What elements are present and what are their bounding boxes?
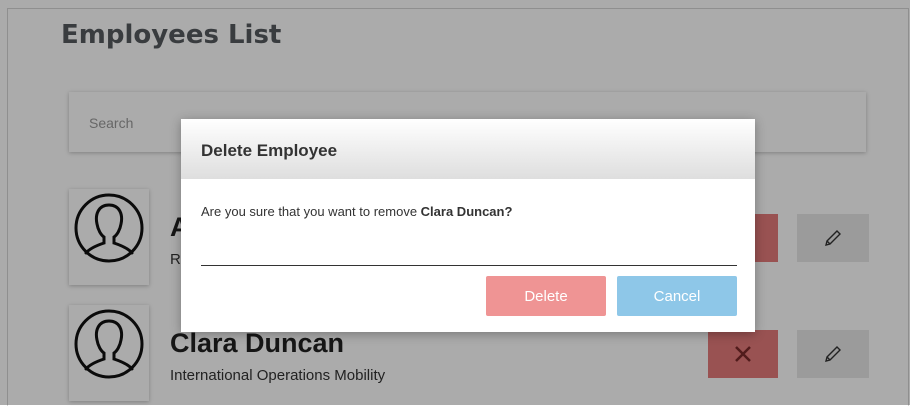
modal-title: Delete Employee (201, 141, 338, 160)
modal-message: Are you sure that you want to remove Cla… (201, 204, 512, 219)
cancel-button[interactable]: Cancel (617, 276, 737, 316)
modal-divider (201, 265, 737, 266)
modal-header: Delete Employee (181, 119, 755, 179)
modal-target-name: Clara Duncan? (420, 204, 513, 219)
modal-message-text: Are you sure that you want to remove (201, 204, 421, 219)
delete-employee-modal: Delete Employee Are you sure that you wa… (181, 119, 755, 332)
confirm-delete-button[interactable]: Delete (486, 276, 606, 316)
